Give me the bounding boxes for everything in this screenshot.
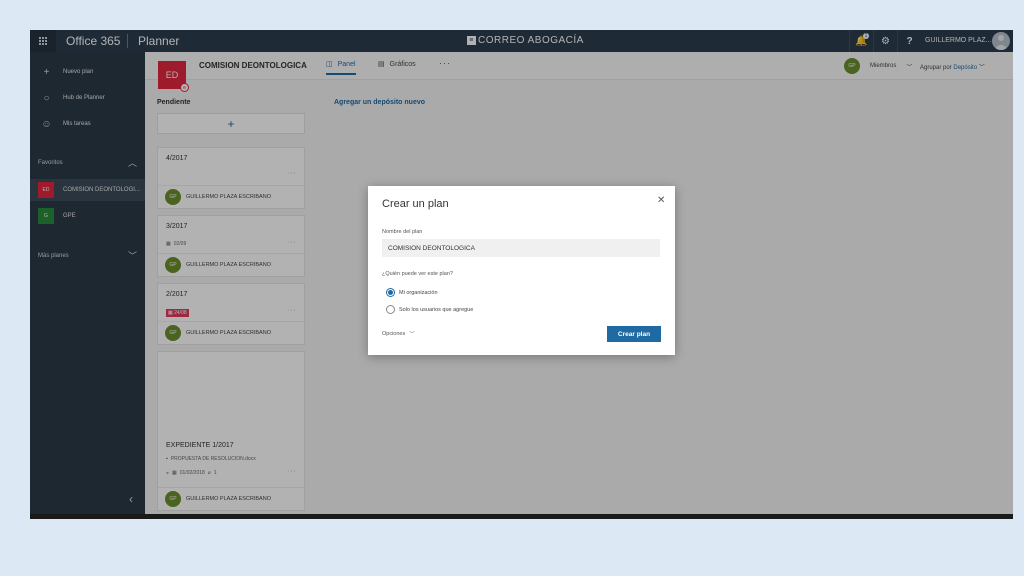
- create-plan-button[interactable]: Crear plan: [607, 326, 661, 342]
- radio-selected-icon: [386, 288, 395, 297]
- taskbar: [30, 514, 1013, 519]
- plan-name-input[interactable]: [382, 239, 660, 257]
- radio-only-members[interactable]: Solo los usuarios que agregue: [386, 305, 473, 314]
- chevron-down-icon: ﹀: [409, 332, 415, 338]
- radio-unselected-icon: [386, 305, 395, 314]
- dialog-title: Crear un plan: [382, 198, 449, 210]
- radio-label: Solo los usuarios que agregue: [399, 306, 474, 313]
- radio-my-organization[interactable]: Mi organización: [386, 288, 438, 297]
- options-label: Opciones: [382, 331, 406, 337]
- create-plan-dialog: Crear un plan ✕ Nombre del plan ¿Quién p…: [368, 186, 675, 355]
- privacy-question: ¿Quién puede ver este plan?: [382, 271, 453, 277]
- plan-name-label: Nombre del plan: [382, 229, 423, 235]
- radio-label: Mi organización: [399, 289, 438, 296]
- planner-window: Office 365 Planner ≡ CORREO ABOGACÍA 🔔 1…: [30, 30, 1013, 519]
- options-toggle[interactable]: Opciones ﹀: [382, 330, 415, 338]
- close-icon[interactable]: ✕: [657, 195, 665, 206]
